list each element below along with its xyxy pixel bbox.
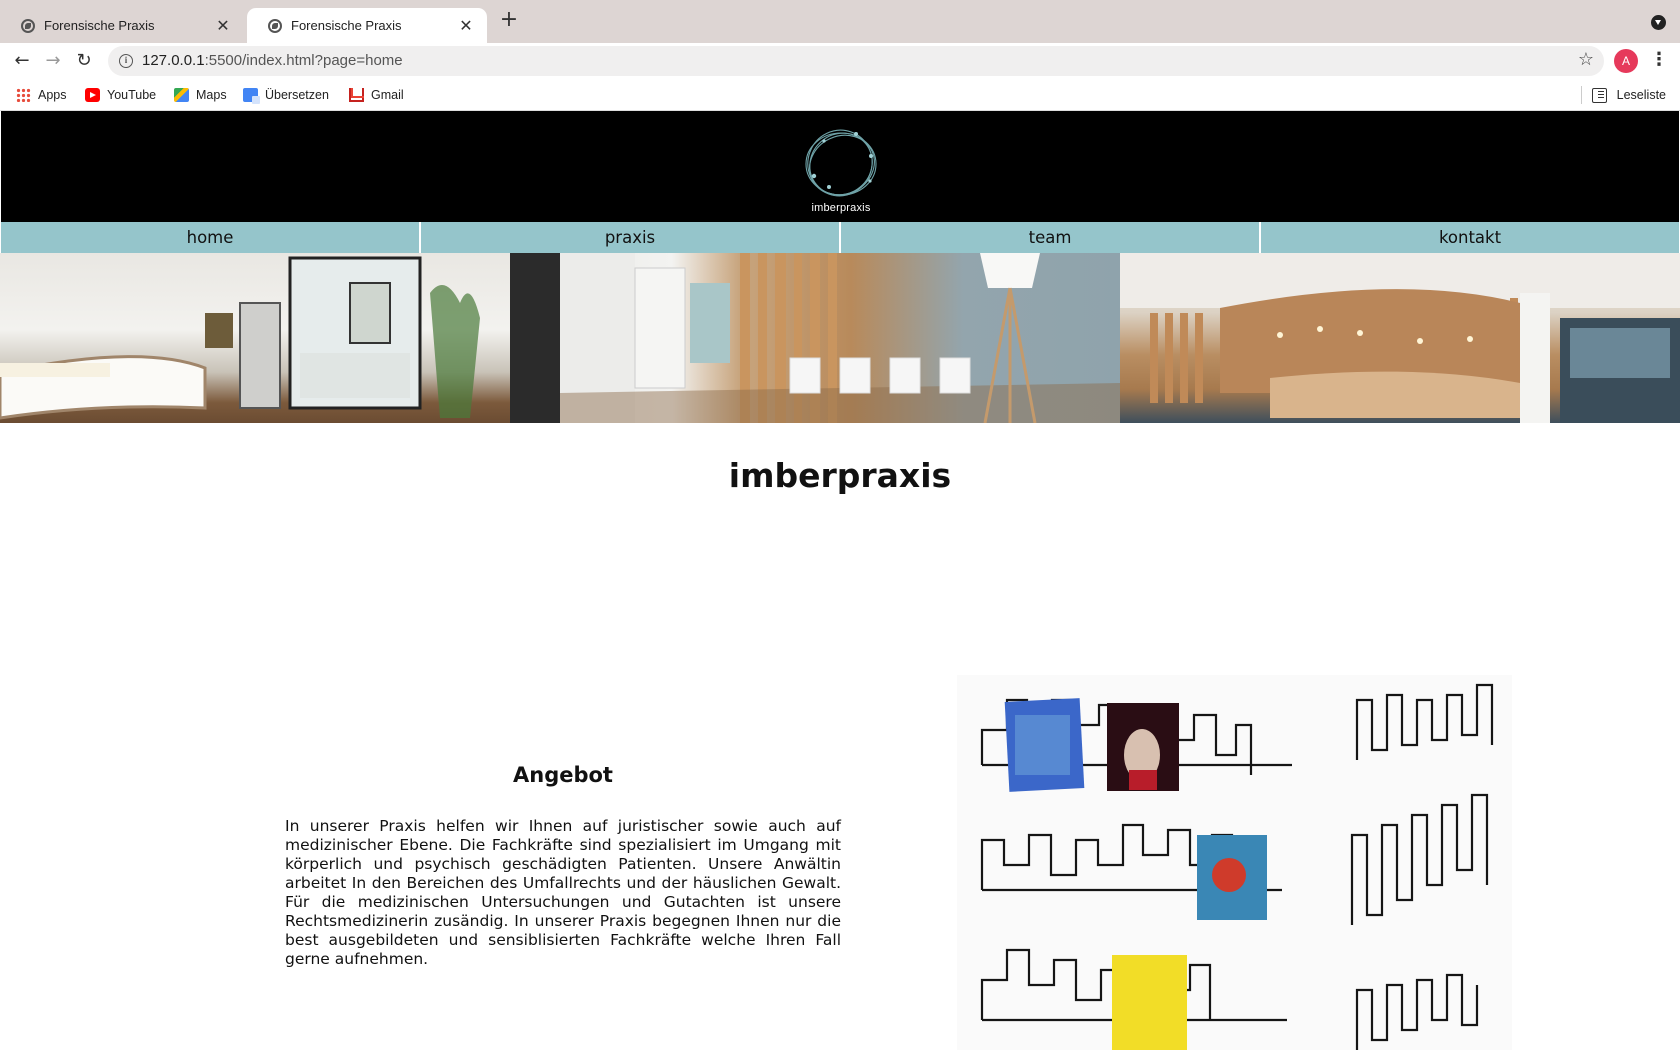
site-header: imberpraxis <box>1 111 1679 222</box>
bookmark-maps[interactable]: Maps <box>174 86 227 104</box>
globe-icon <box>21 18 35 33</box>
back-arrow-icon[interactable]: ← <box>10 49 34 73</box>
tab-title: Forensische Praxis <box>44 18 155 33</box>
reception-desk-photo <box>1120 253 1680 423</box>
nav-item-kontakt[interactable]: kontakt <box>1261 222 1679 253</box>
url-path: :5500/index.html?page=home <box>204 52 403 69</box>
bookmark-label: Gmail <box>371 88 404 102</box>
maps-icon <box>174 88 189 102</box>
bookmark-star-icon[interactable]: ☆ <box>1578 49 1594 70</box>
site-info-icon[interactable]: i <box>119 54 133 68</box>
reception-photo <box>0 253 560 423</box>
tab-search-chevron-icon[interactable] <box>1651 15 1666 30</box>
browser-menu-icon[interactable]: ⋮ <box>1650 48 1668 72</box>
reading-list-label: Leseliste <box>1616 88 1666 102</box>
forward-arrow-icon[interactable]: → <box>41 49 65 73</box>
reading-list-button[interactable]: Leseliste <box>1580 86 1666 104</box>
waiting-room-photo <box>560 253 1120 423</box>
nav-item-home[interactable]: home <box>1 222 421 253</box>
section-title: Angebot <box>513 763 613 787</box>
site-logo[interactable]: imberpraxis <box>800 126 882 214</box>
translate-icon <box>243 88 260 104</box>
nav-item-praxis[interactable]: praxis <box>421 222 841 253</box>
hero-banner <box>0 253 1680 423</box>
bookmark-translate[interactable]: Übersetzen <box>243 86 329 104</box>
bookmark-label: Übersetzen <box>265 88 329 102</box>
reading-list-icon <box>1591 87 1607 103</box>
divider <box>1580 86 1582 104</box>
logo-wordmark: imberpraxis <box>811 202 871 214</box>
youtube-icon <box>85 88 100 102</box>
browser-tab-active[interactable]: Forensische Praxis ✕ <box>247 8 487 43</box>
magazine-rack-photo <box>957 675 1512 1050</box>
close-icon[interactable]: ✕ <box>457 16 475 36</box>
web-page: imberpraxis home praxis team kontakt imb… <box>0 111 1680 1050</box>
bookmark-gmail[interactable]: Gmail <box>349 86 404 104</box>
logo-rings-icon <box>805 129 877 197</box>
section-text: In unserer Praxis helfen wir Ihnen auf j… <box>285 817 841 968</box>
bookmarks-bar: Apps YouTube Maps Übersetzen Gmail Lesel… <box>0 79 1680 111</box>
browser-tabstrip: Forensische Praxis ✕ Forensische Praxis … <box>0 0 1680 43</box>
globe-icon <box>268 18 282 33</box>
url-text[interactable]: 127.0.0.1:5500/index.html?page=home <box>142 52 403 69</box>
bookmark-label: Apps <box>38 88 67 102</box>
bookmark-label: Maps <box>196 88 227 102</box>
reload-icon[interactable]: ↻ <box>72 49 96 73</box>
profile-avatar[interactable]: A <box>1614 49 1638 73</box>
new-tab-plus-icon[interactable]: + <box>498 9 520 32</box>
gmail-icon <box>349 88 364 102</box>
browser-toolbar: ← → ↻ i 127.0.0.1:5500/index.html?page=h… <box>0 43 1680 79</box>
browser-tab[interactable]: Forensische Praxis ✕ <box>0 8 244 43</box>
url-host: 127.0.0.1 <box>142 52 205 69</box>
apps-grid-icon <box>16 88 31 102</box>
bookmark-apps[interactable]: Apps <box>16 86 67 104</box>
page-headline: imberpraxis <box>728 456 952 495</box>
bookmark-youtube[interactable]: YouTube <box>85 86 156 104</box>
address-bar[interactable]: i 127.0.0.1:5500/index.html?page=home ☆ <box>108 46 1604 76</box>
nav-item-team[interactable]: team <box>841 222 1261 253</box>
bookmark-label: YouTube <box>107 88 157 102</box>
main-navigation: home praxis team kontakt <box>1 222 1679 253</box>
close-icon[interactable]: ✕ <box>214 16 232 36</box>
tab-title: Forensische Praxis <box>291 18 402 33</box>
